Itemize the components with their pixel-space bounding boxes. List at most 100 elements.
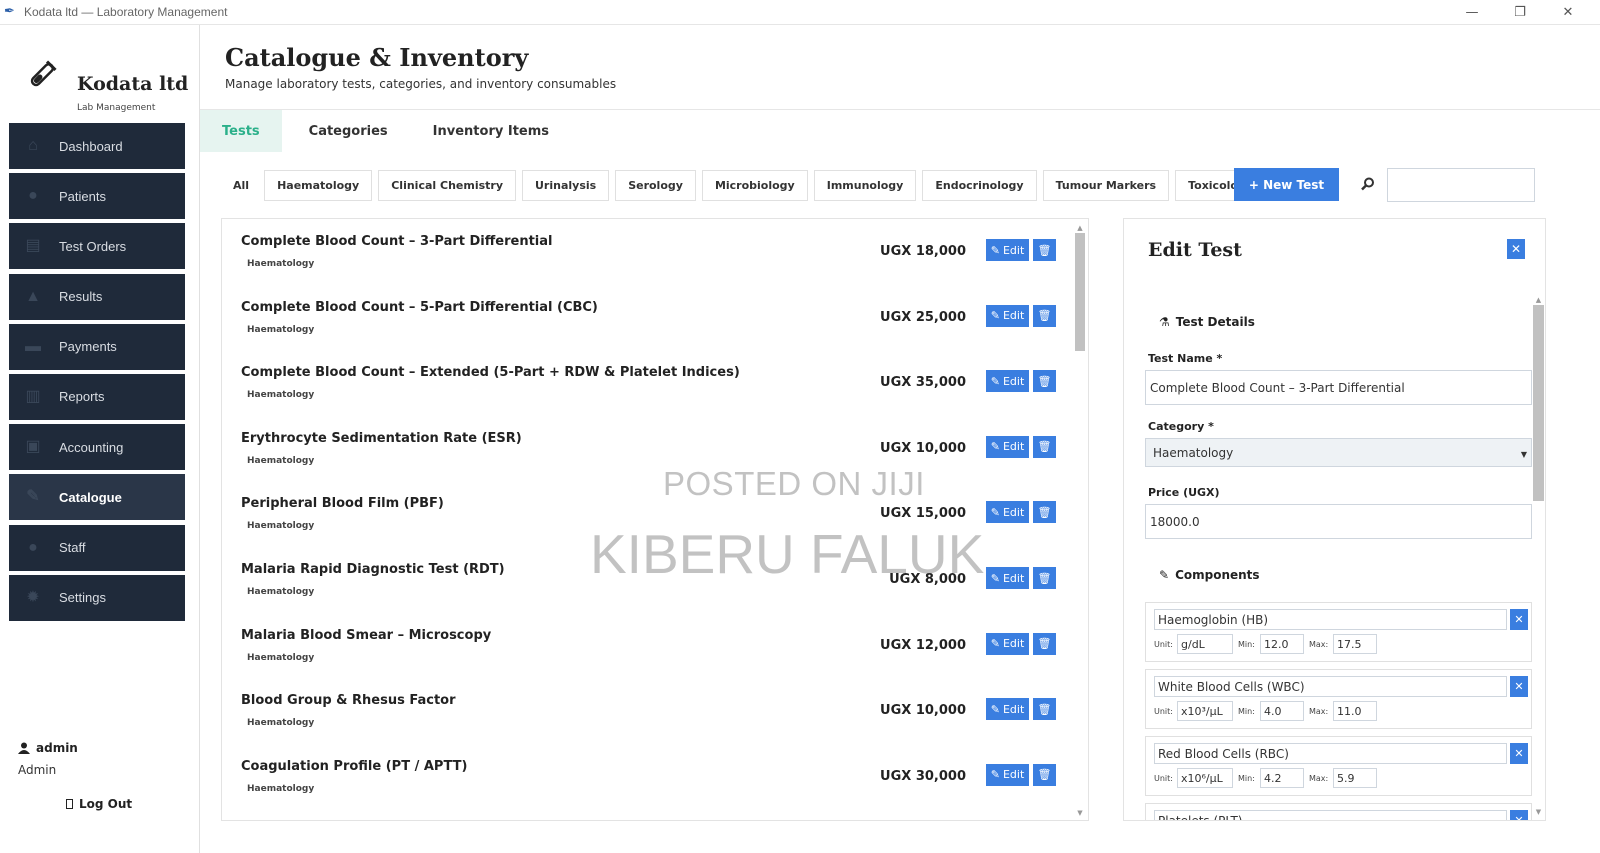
unit-field[interactable]: x10⁶/µL — [1177, 768, 1233, 788]
nav-accounting[interactable]: ▣ Accounting — [9, 424, 185, 471]
category-select[interactable]: Haematology ▼ — [1145, 438, 1532, 467]
remove-component-button[interactable]: ✕ — [1510, 609, 1528, 630]
price-field[interactable]: 18000.0 — [1145, 504, 1532, 539]
minimize-button[interactable]: — — [1448, 0, 1496, 25]
nav-catalogue[interactable]: ✎ Catalogue — [9, 474, 185, 521]
new-test-button[interactable]: + New Test — [1234, 168, 1339, 201]
edit-button[interactable]: ✎ Edit — [986, 239, 1029, 261]
maximize-button[interactable]: ❐ — [1496, 0, 1544, 25]
max-field[interactable]: 17.5 — [1333, 634, 1377, 654]
test-name: Erythrocyte Sedimentation Rate (ESR) — [241, 430, 522, 446]
nav-staff[interactable]: ● Staff — [9, 524, 185, 571]
edit-label: Edit — [1002, 243, 1025, 257]
nav-reports[interactable]: ▥ Reports — [9, 373, 185, 420]
test-name-field[interactable]: Complete Blood Count – 3-Part Differenti… — [1145, 370, 1532, 405]
filter-haematology[interactable]: Haematology — [264, 170, 373, 201]
min-field[interactable]: 12.0 — [1260, 634, 1304, 654]
delete-button[interactable]: 🗑 — [1033, 435, 1056, 458]
test-price: UGX 30,000 — [880, 768, 966, 784]
remove-component-button[interactable]: ✕ — [1510, 743, 1528, 764]
filter-clinical-chemistry[interactable]: Clinical Chemistry — [378, 170, 516, 201]
edit-button[interactable]: ✎ Edit — [986, 698, 1029, 721]
delete-button[interactable]: 🗑 — [1033, 239, 1056, 261]
edit-button[interactable]: ✎ Edit — [986, 304, 1029, 327]
delete-button[interactable]: 🗑 — [1033, 632, 1056, 655]
window-controls: — ❐ ✕ — [1448, 0, 1592, 25]
test-name: Malaria Rapid Diagnostic Test (RDT) — [241, 562, 505, 577]
flask-icon: ▲ — [25, 287, 41, 305]
scroll-down-icon[interactable]: ▼ — [1074, 808, 1086, 818]
sidebar-nav: ⌂ Dashboard ● Patients ▤ Test Orders ▲ R… — [9, 123, 185, 625]
nav-label: Reports — [59, 389, 105, 405]
component-name-field[interactable]: Red Blood Cells (RBC) — [1154, 743, 1507, 764]
delete-button[interactable]: 🗑 — [1033, 698, 1056, 721]
edit-button[interactable]: ✎ Edit — [986, 501, 1029, 524]
filter-endocrinology[interactable]: Endocrinology — [922, 170, 1037, 201]
filter-immunology[interactable]: Immunology — [813, 170, 917, 201]
scroll-up-icon[interactable]: ▲ — [1074, 223, 1086, 233]
tab-inventory-items[interactable]: Inventory Items — [411, 110, 571, 152]
pencil-icon: ✎ — [990, 505, 1000, 519]
component-name-field[interactable]: Haemoglobin (HB) — [1154, 609, 1507, 630]
delete-button[interactable]: 🗑 — [1033, 304, 1056, 327]
component-name-field[interactable]: White Blood Cells (WBC) — [1154, 676, 1507, 697]
nav-patients[interactable]: ● Patients — [9, 173, 185, 220]
pencil-icon: ✎ — [990, 309, 1000, 323]
window-title-bar: ✒ Kodata ltd — Laboratory Management — ❐… — [0, 0, 1600, 25]
filter-serology[interactable]: Serology — [615, 170, 696, 201]
gear-icon: ✹ — [26, 588, 40, 606]
panel-scrollbar[interactable]: ▲ ▼ — [1532, 295, 1545, 817]
nav-dashboard[interactable]: ⌂ Dashboard — [9, 123, 185, 169]
test-name-label: Test Name * — [1148, 352, 1223, 365]
user-icon: ● — [28, 187, 38, 205]
scrollbar-thumb[interactable] — [1533, 305, 1544, 501]
filter-microbiology[interactable]: Microbiology — [701, 170, 808, 201]
test-name: Complete Blood Count – Extended (5-Part … — [241, 365, 740, 381]
trash-icon: 🗑 — [1037, 243, 1052, 257]
components-heading: ✎ Components — [1159, 568, 1260, 582]
filter-urinalysis[interactable]: Urinalysis — [522, 170, 610, 201]
scroll-up-icon[interactable]: ▲ — [1532, 295, 1545, 305]
delete-button[interactable]: 🗑 — [1033, 501, 1056, 524]
tab-tests[interactable]: Tests — [200, 110, 282, 152]
edit-button[interactable]: ✎ Edit — [986, 370, 1029, 393]
remove-component-button[interactable]: ✕ — [1510, 810, 1528, 820]
close-panel-button[interactable]: ✕ — [1507, 239, 1525, 259]
logout-button[interactable]: Log Out — [66, 797, 132, 811]
delete-button[interactable]: 🗑 — [1033, 763, 1056, 786]
test-category: Haematology — [247, 652, 315, 663]
max-label: Max: — [1309, 640, 1329, 649]
list-scrollbar[interactable]: ▲ ▼ — [1074, 223, 1086, 818]
edit-button[interactable]: ✎ Edit — [986, 763, 1029, 786]
search-input[interactable] — [1387, 168, 1535, 202]
test-name: Complete Blood Count – 3-Part Differenti… — [241, 234, 553, 249]
min-field[interactable]: 4.2 — [1260, 768, 1304, 788]
min-field[interactable]: 4.0 — [1260, 701, 1304, 721]
nav-payments[interactable]: ▬ Payments — [9, 323, 185, 370]
nav-settings[interactable]: ✹ Settings — [9, 574, 185, 621]
nav-label: Results — [59, 289, 103, 305]
unit-field[interactable]: g/dL — [1177, 634, 1233, 654]
component-name-field[interactable]: Platelets (PLT) — [1154, 810, 1507, 820]
max-field[interactable]: 11.0 — [1333, 701, 1377, 721]
scrollbar-thumb[interactable] — [1075, 233, 1085, 351]
list-item: Complete Blood Count – 5-Part Differenti… — [222, 285, 1072, 351]
test-price: UGX 10,000 — [880, 440, 966, 456]
filter-tumour-markers[interactable]: Tumour Markers — [1042, 170, 1170, 201]
filter-all[interactable]: All — [224, 170, 259, 201]
delete-button[interactable]: 🗑 — [1033, 370, 1056, 393]
edit-button[interactable]: ✎ Edit — [986, 632, 1029, 655]
max-field[interactable]: 5.9 — [1333, 768, 1377, 788]
unit-field[interactable]: x10³/µL — [1177, 701, 1233, 721]
tab-categories[interactable]: Categories — [282, 110, 411, 152]
trash-icon: 🗑 — [1037, 505, 1052, 519]
nav-results[interactable]: ▲ Results — [9, 273, 185, 320]
scroll-down-icon[interactable]: ▼ — [1532, 807, 1545, 817]
close-window-button[interactable]: ✕ — [1544, 0, 1592, 25]
edit-button[interactable]: ✎ Edit — [986, 435, 1029, 458]
delete-button[interactable]: 🗑 — [1033, 567, 1056, 589]
nav-label: Accounting — [59, 439, 124, 455]
edit-button[interactable]: ✎ Edit — [986, 567, 1029, 589]
nav-test-orders[interactable]: ▤ Test Orders — [9, 223, 185, 270]
remove-component-button[interactable]: ✕ — [1510, 676, 1528, 697]
